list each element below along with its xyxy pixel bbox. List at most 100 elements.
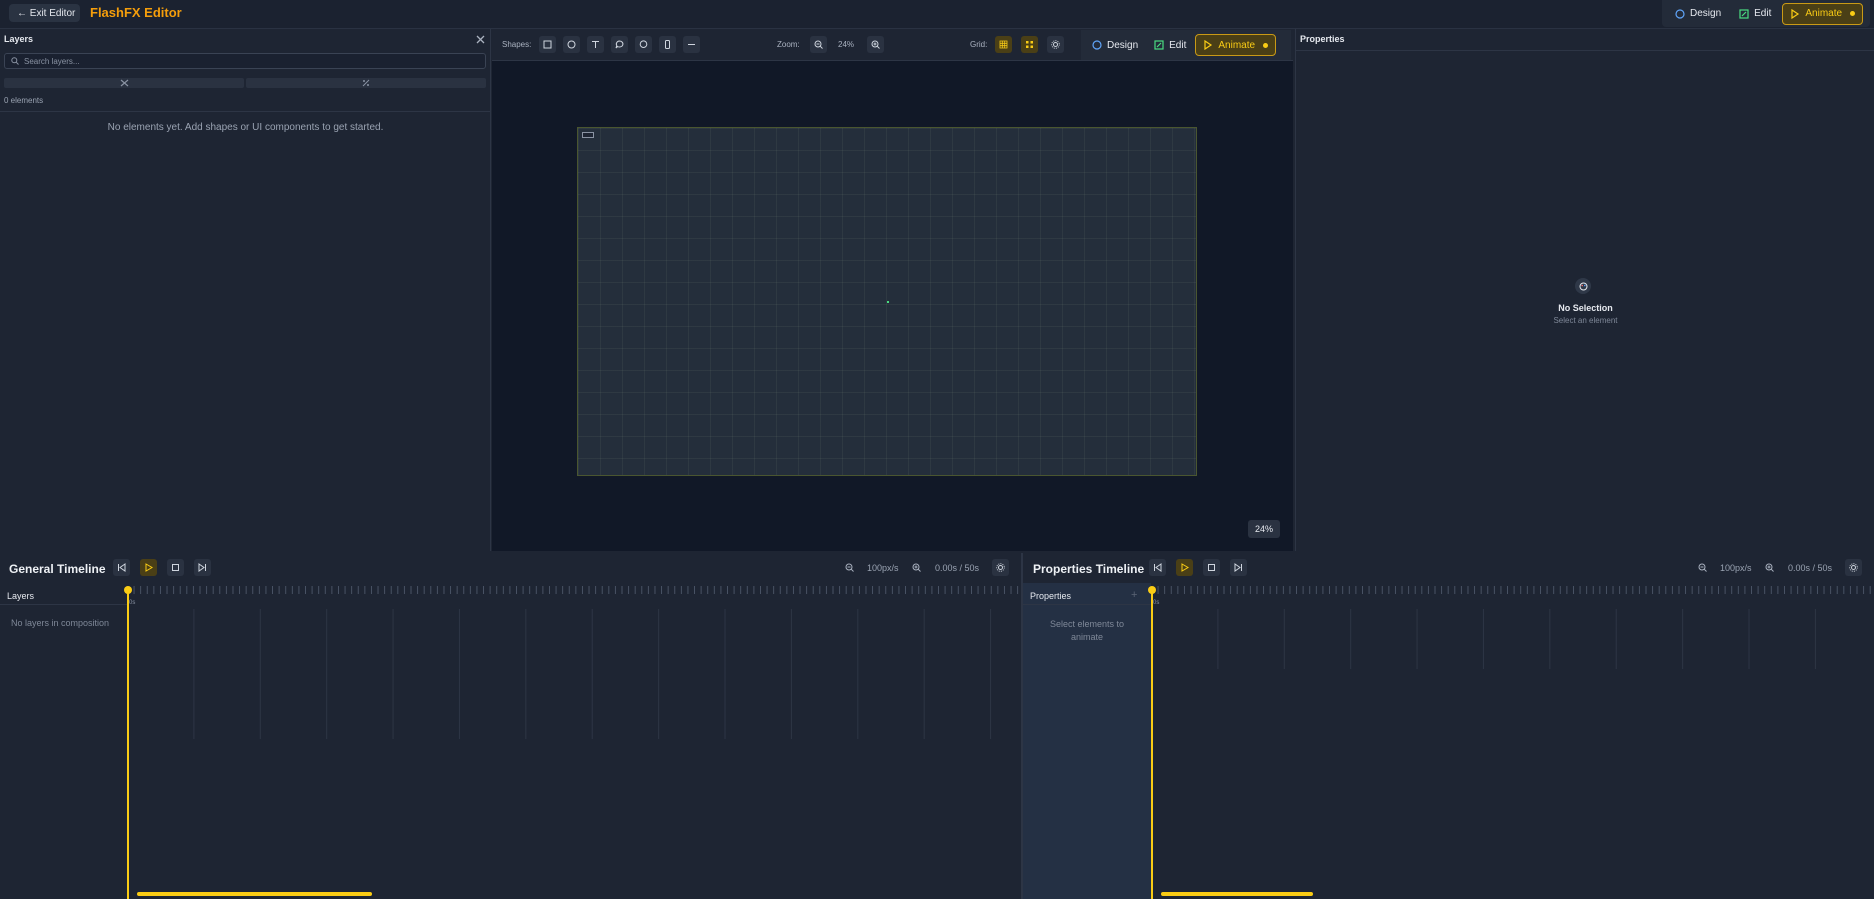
speech-bubble-icon [615,40,624,49]
zoom-out-icon[interactable] [1698,563,1707,572]
properties-sidebar-title: Properties [1030,591,1072,601]
properties-timeline: Properties Timeline 100px/s 0.00s / 50s … [1023,553,1874,899]
artboard[interactable] [577,127,1197,476]
close-icon[interactable] [476,35,485,44]
canvas-animate-mode-label: Animate [1218,39,1256,51]
snap-dots-icon [1026,41,1033,48]
skip-back-button[interactable] [113,559,130,576]
stop-button[interactable] [1203,559,1220,576]
zoom-in-icon[interactable] [912,563,921,572]
phone-tool[interactable] [659,36,676,53]
active-indicator [1850,11,1856,16]
skip-forward-icon [1234,563,1242,572]
no-selection-icon-wrap [1575,278,1591,294]
gear-icon [1849,563,1858,572]
palette-icon [1675,8,1685,19]
time-ruler[interactable] [1151,586,1874,594]
stop-icon [172,564,179,571]
design-mode-label: Design [1690,8,1722,19]
rectangle-tool[interactable] [539,36,556,53]
properties-timeline-title: Properties Timeline [1033,562,1145,576]
zoom-badge: 24% [1248,520,1280,538]
divider [0,604,127,605]
search-placeholder: Search layers... [24,56,80,66]
rectangle-icon [543,40,552,49]
text-icon [592,41,599,48]
grid-toggle-button[interactable] [995,36,1012,53]
layer-search-input[interactable]: Search layers... [4,53,486,69]
horizontal-scrollbar[interactable] [1151,890,1874,898]
timeline-settings-button[interactable] [992,559,1009,576]
design-mode-button[interactable]: Design [1668,3,1728,25]
general-timeline: General Timeline 100px/s 0.00s / 50s Lay… [0,553,1021,899]
tools-icon [120,79,128,87]
timeline-settings-button[interactable] [1845,559,1862,576]
horizontal-scrollbar[interactable] [127,890,1020,898]
properties-panel: Properties No Selection Select an elemen… [1295,29,1874,551]
zoom-in-button[interactable] [867,36,884,53]
grid-settings-button[interactable] [1047,36,1064,53]
line-tool[interactable] [683,36,700,53]
skip-forward-button[interactable] [194,559,211,576]
canvas-edit-mode-button[interactable]: Edit [1147,34,1193,56]
phone-icon [665,40,670,49]
skip-forward-icon [198,563,206,572]
exit-editor-button[interactable]: ← Exit Editor [9,4,80,22]
zoom-out-button[interactable] [810,36,827,53]
grid-icon [999,40,1008,49]
canvas-animate-mode-button[interactable]: Animate [1195,34,1277,56]
play-icon [1181,563,1189,572]
edit-mode-button[interactable]: Edit [1732,3,1778,25]
playhead[interactable] [1151,588,1153,899]
layers-sidebar-title: Layers [7,591,35,601]
layers-panel-title: Layers [4,34,34,44]
playhead[interactable] [127,588,129,899]
app-title: FlashFX Editor [90,5,182,20]
play-icon [1791,8,1800,19]
collapse-all-button[interactable] [4,78,244,88]
palette-icon [1092,40,1102,50]
edit-icon [1154,40,1164,50]
scrollbar-thumb[interactable] [137,892,372,896]
time-ruler[interactable] [127,586,1020,594]
canvas-design-mode-label: Design [1107,39,1139,51]
skip-forward-button[interactable] [1230,559,1247,576]
snap-toggle-button[interactable] [1021,36,1038,53]
divider [1296,50,1874,51]
skip-back-icon [118,563,126,572]
stop-button[interactable] [167,559,184,576]
animate-mode-label: Animate [1805,8,1843,19]
artboard-center-marker [887,301,889,303]
playhead-handle[interactable] [1148,586,1156,594]
play-button[interactable] [1176,559,1193,576]
chat-bubble-tool[interactable] [635,36,652,53]
speech-bubble-tool[interactable] [611,36,628,53]
zoom-in-icon[interactable] [1765,563,1774,572]
timeline-properties-sidebar: Properties + Select elements to animate [1023,583,1151,899]
percent-button[interactable] [246,78,486,88]
mode-switcher: Design Edit Animate [1662,0,1870,27]
canvas-design-mode-button[interactable]: Design [1085,34,1145,56]
play-button[interactable] [140,559,157,576]
skip-back-button[interactable] [1149,559,1166,576]
no-selection-title: No Selection [1558,303,1613,313]
playhead-handle[interactable] [124,586,132,594]
properties-panel-title: Properties [1300,34,1345,44]
general-timeline-title: General Timeline [9,562,106,576]
canvas-edit-mode-label: Edit [1169,39,1187,51]
top-bar: ← Exit Editor FlashFX Editor Design Edit… [0,0,1874,29]
element-count: 0 elements [4,96,44,105]
percent-icon [362,79,370,87]
timeline-layers-sidebar: Layers No layers in composition [0,583,127,899]
gear-icon [1051,40,1060,49]
select-elements-message: Select elements to animate [1049,619,1125,642]
circle-tool[interactable] [563,36,580,53]
add-property-button[interactable]: + [1131,589,1137,601]
play-icon [145,563,153,572]
zoom-out-icon[interactable] [845,563,854,572]
text-tool[interactable] [587,36,604,53]
scrollbar-thumb[interactable] [1161,892,1313,896]
animate-mode-button[interactable]: Animate [1782,2,1864,25]
palette-icon [1579,282,1587,290]
artboard-handle[interactable] [582,132,594,138]
